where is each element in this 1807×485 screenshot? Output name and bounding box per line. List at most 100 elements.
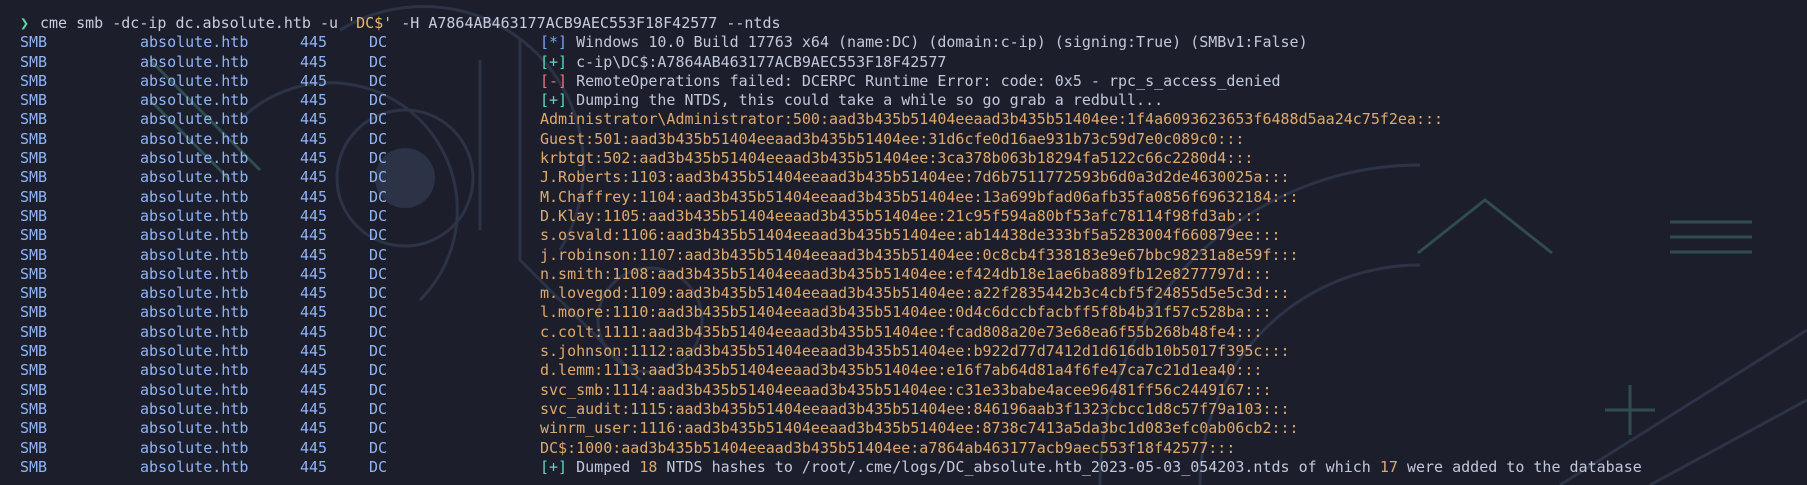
- col-port: 445: [300, 33, 328, 52]
- col-host: absolute.htb: [140, 303, 249, 322]
- col-port: 445: [300, 361, 328, 380]
- col-host: absolute.htb: [140, 284, 249, 303]
- status-row: SMB absolute.htb 445 DC [*] Windows 10.0 Bui…: [0, 33, 1807, 52]
- ntds-hash: s.osvald:1106:aad3b435b51404eeaad3b435b5…: [540, 226, 1281, 245]
- col-port: 445: [300, 187, 328, 206]
- col-host: absolute.htb: [140, 342, 249, 361]
- hash-row: SMB absolute.htb 445 DC c.colt:1111:aad3b435…: [0, 323, 1807, 342]
- col-name: DC: [369, 110, 388, 129]
- hash-row: SMB absolute.htb 445 DC j.robinson:1107:aad3…: [0, 246, 1807, 265]
- col-protocol: SMB: [20, 399, 48, 418]
- status-text: Windows 10.0 Build 17763 x64 (name:DC) (…: [567, 33, 1308, 52]
- col-name: DC: [369, 187, 388, 206]
- col-protocol: SMB: [20, 226, 48, 245]
- ntds-hash: M.Chaffrey:1104:aad3b435b51404eeaad3b435…: [540, 187, 1299, 206]
- col-port: 445: [300, 399, 328, 418]
- col-name: DC: [369, 399, 388, 418]
- col-name: DC: [369, 52, 388, 71]
- col-port: 445: [300, 245, 328, 264]
- col-host: absolute.htb: [140, 91, 249, 110]
- status-row: SMB absolute.htb 445 DC [+] Dumping the NTDS…: [0, 91, 1807, 110]
- col-name: DC: [369, 33, 388, 52]
- command-line: ❯ cme smb -dc-ip dc.absolute.htb -u 'DC$…: [0, 14, 1807, 33]
- col-host: absolute.htb: [140, 110, 249, 129]
- col-name: DC: [369, 168, 388, 187]
- hash-row: SMB absolute.htb 445 DC l.moore:1110:aad3b43…: [0, 303, 1807, 322]
- status-row: SMB absolute.htb 445 DC [-] RemoteOperations…: [0, 72, 1807, 91]
- ntds-hash: DC$:1000:aad3b435b51404eeaad3b435b51404e…: [540, 438, 1236, 457]
- col-name: DC: [369, 129, 388, 148]
- status-message: [*] Windows 10.0 Build 17763 x64 (name:D…: [540, 33, 1308, 52]
- col-host: absolute.htb: [140, 361, 249, 380]
- status-tag: [+]: [540, 91, 568, 110]
- col-protocol: SMB: [20, 206, 48, 225]
- hash-row: SMB absolute.htb 445 DC Administrator\Admini…: [0, 110, 1807, 129]
- col-port: 445: [300, 71, 328, 90]
- col-protocol: SMB: [20, 71, 48, 90]
- col-host: absolute.htb: [140, 226, 249, 245]
- col-name: DC: [369, 226, 388, 245]
- col-host: absolute.htb: [140, 52, 249, 71]
- summary-text: were added to the database: [1397, 457, 1642, 476]
- status-text: Dumping the NTDS, this could take a whil…: [567, 91, 1164, 110]
- col-name: DC: [369, 419, 388, 438]
- hash-row: SMB absolute.htb 445 DC D.Klay:1105:aad3b435…: [0, 207, 1807, 226]
- ntds-hash: l.moore:1110:aad3b435b51404eeaad3b435b51…: [540, 303, 1272, 322]
- col-protocol: SMB: [20, 322, 48, 341]
- hash-row: SMB absolute.htb 445 DC M.Chaffrey:1104:aad3…: [0, 188, 1807, 207]
- col-protocol: SMB: [20, 303, 48, 322]
- ntds-hash: n.smith:1108:aad3b435b51404eeaad3b435b51…: [540, 264, 1272, 283]
- terminal-window[interactable]: ❯ cme smb -dc-ip dc.absolute.htb -u 'DC$…: [0, 0, 1807, 485]
- ntds-hash: c.colt:1111:aad3b435b51404eeaad3b435b514…: [540, 322, 1263, 341]
- col-port: 445: [300, 303, 328, 322]
- col-name: DC: [369, 457, 388, 476]
- terminal-output: ❯ cme smb -dc-ip dc.absolute.htb -u 'DC$…: [0, 14, 1807, 477]
- col-protocol: SMB: [20, 457, 48, 476]
- status-message: [+] Dumping the NTDS, this could take a …: [540, 91, 1163, 110]
- col-host: absolute.htb: [140, 129, 249, 148]
- col-port: 445: [300, 264, 328, 283]
- status-tag: [+]: [540, 52, 568, 71]
- col-protocol: SMB: [20, 264, 48, 283]
- col-protocol: SMB: [20, 168, 48, 187]
- col-name: DC: [369, 303, 388, 322]
- ntds-hash: d.lemm:1113:aad3b435b51404eeaad3b435b514…: [540, 361, 1263, 380]
- ntds-hash: krbtgt:502:aad3b435b51404eeaad3b435b5140…: [540, 149, 1254, 168]
- hash-row: SMB absolute.htb 445 DC winrm_user:1116:aad3…: [0, 419, 1807, 438]
- col-port: 445: [300, 110, 328, 129]
- col-host: absolute.htb: [140, 33, 249, 52]
- col-port: 445: [300, 129, 328, 148]
- col-name: DC: [369, 438, 388, 457]
- status-row: SMB absolute.htb 445 DC [+] c-ip\DC$:A7864AB…: [0, 53, 1807, 72]
- hash-row: SMB absolute.htb 445 DC s.johnson:1112:aad3b…: [0, 342, 1807, 361]
- col-host: absolute.htb: [140, 380, 249, 399]
- col-port: 445: [300, 149, 328, 168]
- dumped-count: 18: [639, 457, 658, 476]
- col-host: absolute.htb: [140, 149, 249, 168]
- col-port: 445: [300, 380, 328, 399]
- col-port: 445: [300, 419, 328, 438]
- ntds-hash: Guest:501:aad3b435b51404eeaad3b435b51404…: [540, 129, 1245, 148]
- summary-text: NTDS hashes to /root/.cme/logs/DC_absolu…: [657, 457, 1380, 476]
- col-protocol: SMB: [20, 361, 48, 380]
- col-protocol: SMB: [20, 419, 48, 438]
- hash-row: SMB absolute.htb 445 DC DC$:1000:aad3b435b51…: [0, 439, 1807, 458]
- col-name: DC: [369, 380, 388, 399]
- col-port: 445: [300, 206, 328, 225]
- col-protocol: SMB: [20, 91, 48, 110]
- col-port: 445: [300, 226, 328, 245]
- col-name: DC: [369, 245, 388, 264]
- added-count: 17: [1379, 457, 1398, 476]
- col-port: 445: [300, 342, 328, 361]
- summary-text: Dumped: [567, 457, 640, 476]
- ntds-hash: Administrator\Administrator:500:aad3b435…: [540, 110, 1444, 129]
- col-host: absolute.htb: [140, 438, 249, 457]
- col-host: absolute.htb: [140, 71, 249, 90]
- ntds-hash: m.lovegod:1109:aad3b435b51404eeaad3b435b…: [540, 284, 1290, 303]
- col-host: absolute.htb: [140, 419, 249, 438]
- hash-row: SMB absolute.htb 445 DC svc_audit:1115:aad3b…: [0, 400, 1807, 419]
- col-protocol: SMB: [20, 129, 48, 148]
- ntds-hash: s.johnson:1112:aad3b435b51404eeaad3b435b…: [540, 342, 1290, 361]
- prompt-icon: ❯: [20, 14, 30, 32]
- col-name: DC: [369, 91, 388, 110]
